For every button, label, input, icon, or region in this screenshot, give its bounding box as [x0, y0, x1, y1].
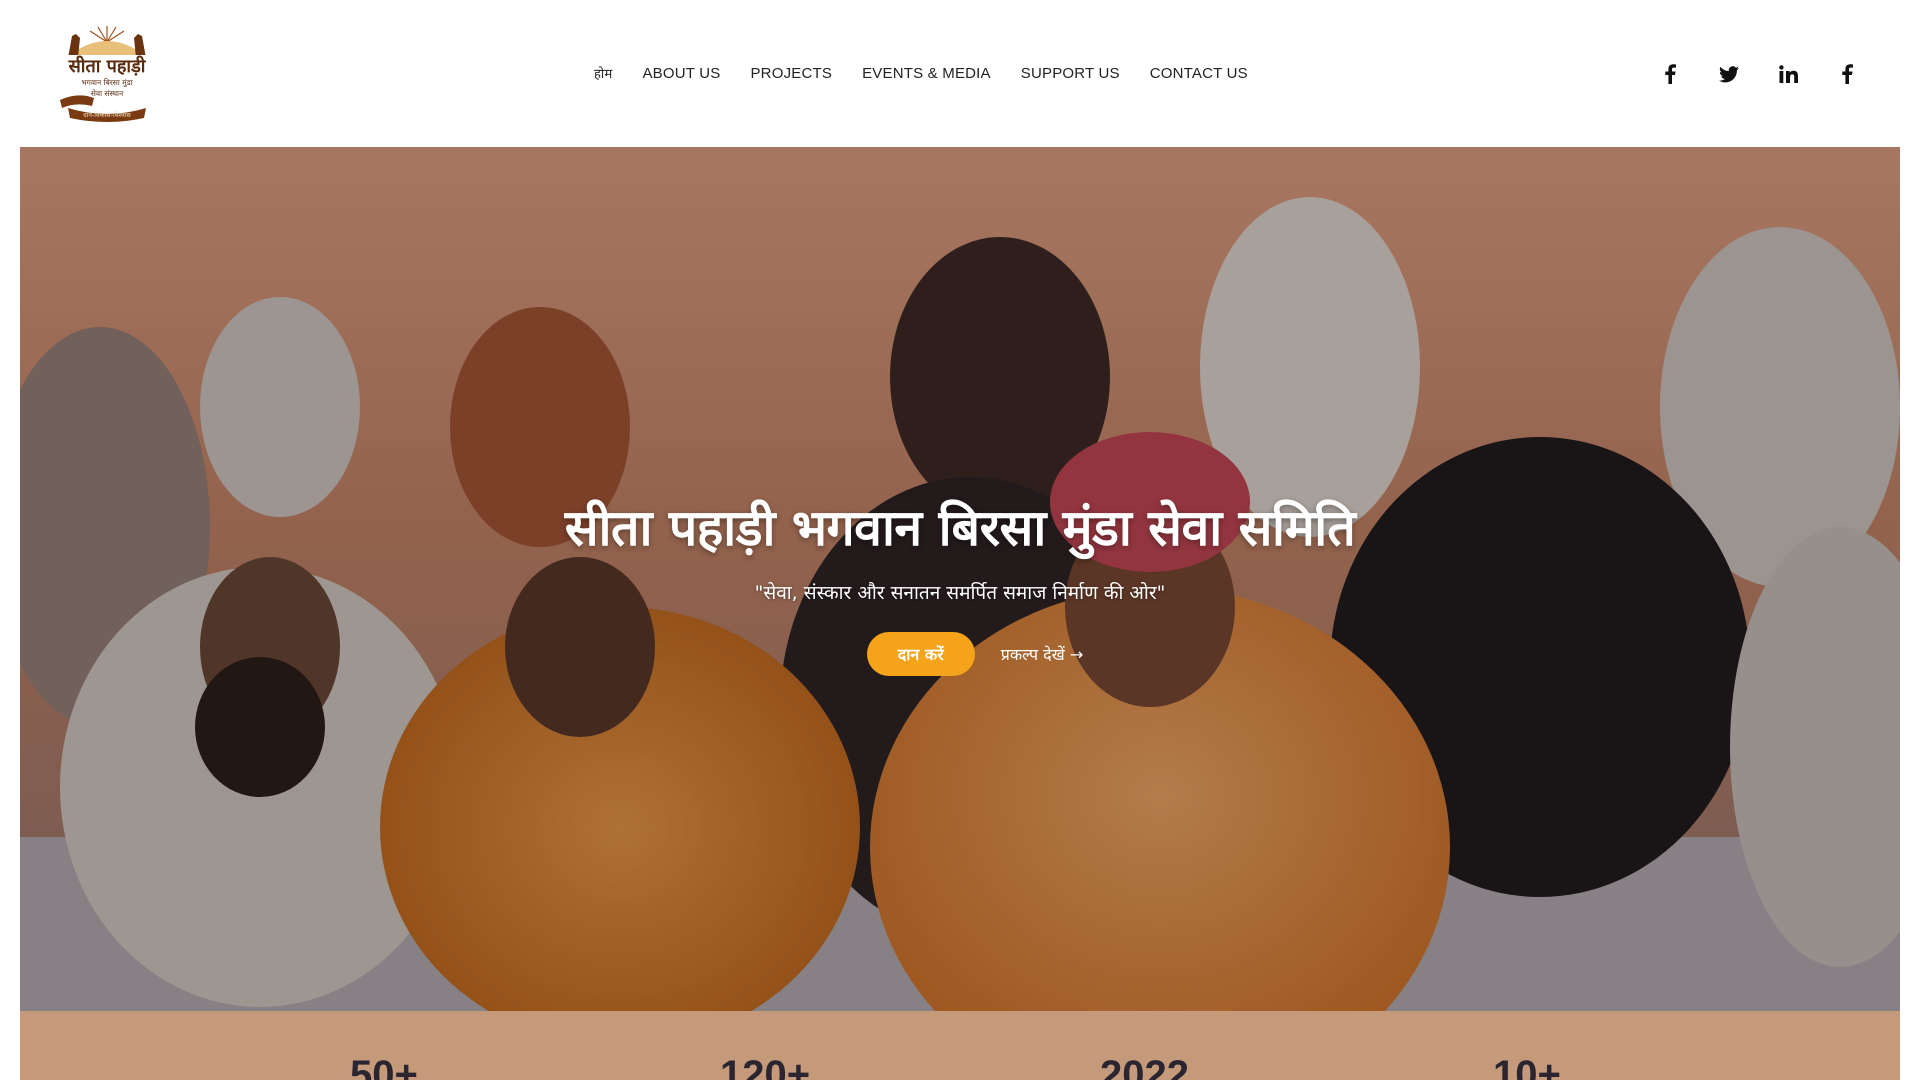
stat-value: 120+ [720, 1053, 811, 1080]
logo-title-text: सीता पहाड़ी [68, 55, 147, 77]
facebook-icon[interactable] [1656, 61, 1684, 87]
site-header: सीता पहाड़ी भगवान बिरसा मुंडा सेवा संस्थ… [0, 0, 1920, 147]
site-logo[interactable]: सीता पहाड़ी भगवान बिरसा मुंडा सेवा संस्थ… [54, 22, 160, 124]
hero-section: सीता पहाड़ी भगवान बिरसा मुंडा सेवा समिति… [20, 147, 1900, 1011]
nav-item-events-media[interactable]: EVENTS & MEDIA [862, 65, 991, 82]
stat-value: 10+ [1493, 1053, 1561, 1080]
nav-item-about-us[interactable]: ABOUT US [642, 65, 720, 82]
donate-button[interactable]: दान करें [866, 632, 975, 676]
hero-subtitle: "सेवा, संस्कार और सनातन समर्पित समाज निर… [754, 582, 1166, 604]
logo-ribbon-text: दान-विकास-विश्वास [83, 111, 131, 119]
logo-line3-text: सेवा संस्थान [91, 89, 124, 98]
linkedin-icon[interactable] [1774, 61, 1802, 87]
stat-value: 2022 [1100, 1053, 1189, 1080]
main-nav: होम ABOUT US PROJECTS EVENTS & MEDIA SUP… [594, 64, 1278, 83]
nav-item-contact-us[interactable]: CONTACT US [1150, 65, 1248, 82]
twitter-icon[interactable] [1715, 61, 1743, 87]
stats-band: 50+ 120+ 2022 10+ [20, 1011, 1900, 1080]
nav-item-support-us[interactable]: SUPPORT US [1021, 65, 1120, 82]
nav-item-home[interactable]: होम [594, 64, 612, 82]
logo-line2-text: भगवान बिरसा मुंडा [81, 78, 133, 88]
hero-title: सीता पहाड़ी भगवान बिरसा मुंडा सेवा समिति [564, 499, 1356, 557]
social-links [1656, 61, 1892, 87]
hero-actions: दान करें प्रकल्प देखें → [20, 632, 1900, 676]
view-projects-link[interactable]: प्रकल्प देखें → [1001, 643, 1084, 665]
nav-item-projects[interactable]: PROJECTS [750, 65, 832, 82]
stat-value: 50+ [350, 1053, 418, 1080]
facebook-icon[interactable] [1833, 61, 1861, 87]
